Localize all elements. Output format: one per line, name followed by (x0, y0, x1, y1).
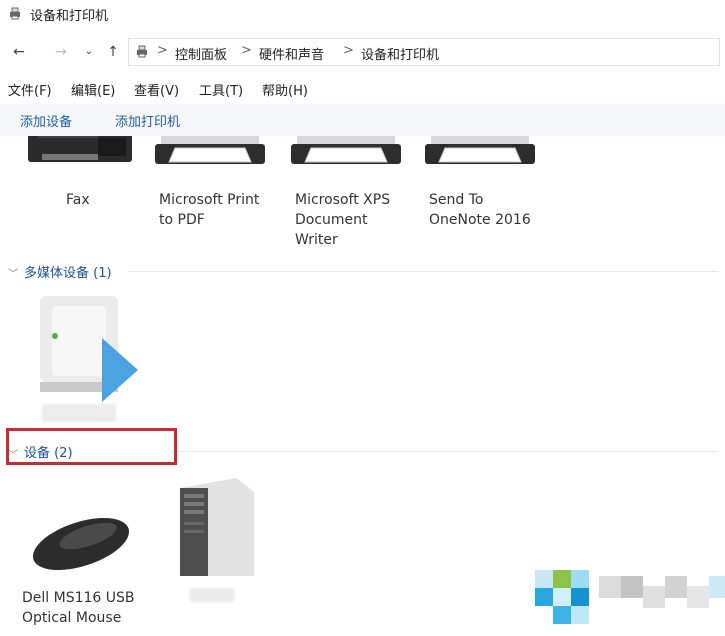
media-device-icon[interactable] (32, 296, 142, 408)
window-title: 设备和打印机 (30, 9, 109, 24)
printer-icon[interactable] (155, 136, 265, 170)
collapse-chevron-icon[interactable]: ﹀ (8, 265, 18, 280)
computer-tower-icon[interactable] (170, 478, 256, 578)
recent-locations-chevron-icon[interactable]: ⌄ (78, 42, 100, 62)
group-divider (128, 271, 718, 272)
printer-label-print-to-pdf[interactable]: Microsoft Print to PDF (159, 190, 259, 230)
breadcrumb-hardware-and-sound[interactable]: 硬件和声音 (259, 44, 324, 63)
menu-view[interactable]: 查看(V) (134, 80, 179, 99)
printer-label-send-to-onenote[interactable]: Send To OneNote 2016 (429, 190, 531, 230)
add-device-button[interactable]: 添加设备 (20, 111, 72, 130)
breadcrumb-control-panel[interactable]: 控制面板 (175, 44, 227, 63)
menu-file[interactable]: 文件(F) (8, 80, 52, 99)
device-label-mouse[interactable]: Dell MS116 USB Optical Mouse (22, 588, 135, 628)
printer-icon[interactable] (291, 136, 401, 170)
printer-icon (137, 45, 147, 58)
printer-icon[interactable] (425, 136, 535, 170)
title-bar: 设备和打印机 (0, 0, 725, 28)
menu-help[interactable]: 帮助(H) (262, 80, 308, 99)
back-arrow-icon[interactable]: ← (8, 42, 30, 62)
menu-edit[interactable]: 编辑(E) (71, 80, 115, 99)
group-header-multimedia[interactable]: 多媒体设备 (1) (24, 262, 112, 281)
add-printer-button[interactable]: 添加打印机 (115, 111, 180, 130)
breadcrumb-separator: > (241, 43, 252, 58)
watermark-mosaic (535, 566, 725, 636)
fax-icon[interactable] (28, 136, 132, 172)
breadcrumb-separator: > (343, 43, 354, 58)
breadcrumb-separator: > (157, 43, 168, 58)
group-divider (178, 451, 718, 452)
forward-arrow-icon[interactable]: → (50, 42, 72, 62)
printer-label-fax[interactable]: Fax (66, 190, 90, 210)
menu-tools[interactable]: 工具(T) (199, 80, 243, 99)
command-bar: 添加设备 添加打印机 (0, 104, 725, 136)
address-bar[interactable]: > 控制面板 > 硬件和声音 > 设备和打印机 (128, 38, 720, 66)
printers-group: Fax Microsoft Print to PDF Microsoft XPS… (0, 136, 725, 256)
printer-label-xps-writer[interactable]: Microsoft XPS Document Writer (295, 190, 390, 250)
menu-bar: 文件(F) 编辑(E) 查看(V) 工具(T) 帮助(H) (0, 77, 725, 99)
mouse-icon[interactable] (28, 510, 134, 570)
blurred-device-label (190, 588, 234, 602)
printer-icon (10, 7, 20, 20)
navigation-bar: ← → ⌄ ↑ > 控制面板 > 硬件和声音 > 设备和打印机 (0, 36, 725, 68)
up-arrow-icon[interactable]: ↑ (102, 42, 124, 62)
breadcrumb-devices-and-printers[interactable]: 设备和打印机 (361, 44, 439, 63)
blurred-device-label (42, 404, 116, 422)
highlight-box (6, 428, 177, 465)
